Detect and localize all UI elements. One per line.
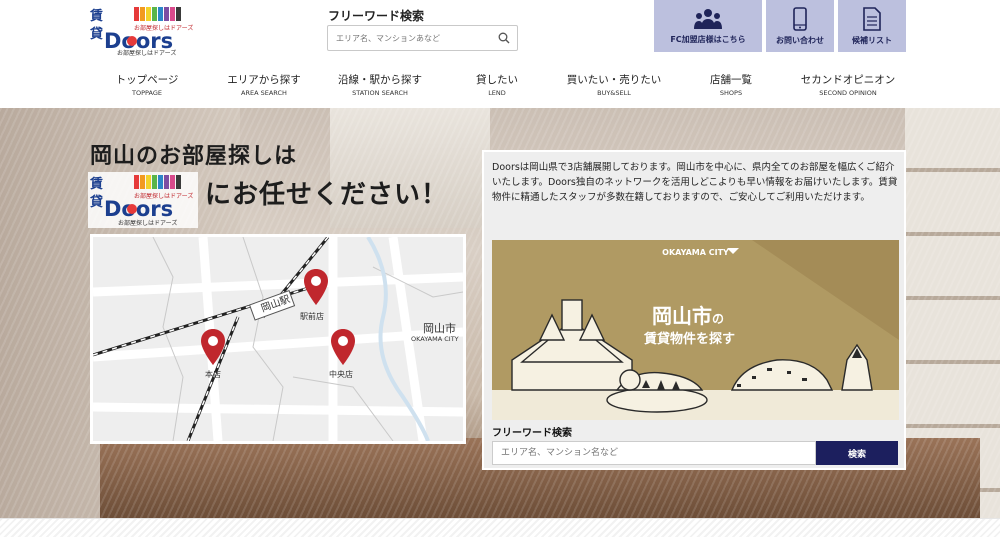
map-pin-icon: [201, 329, 225, 365]
pin-label-honten: 本店: [205, 370, 221, 379]
panel-search-input[interactable]: [492, 441, 816, 465]
svg-text:Doors: Doors: [104, 197, 173, 221]
panel-search-button[interactable]: 検索: [816, 441, 898, 465]
svg-text:賃: 賃: [89, 8, 103, 24]
nav-label: 店舗一覧: [710, 74, 752, 86]
nav-area-search[interactable]: エリアから探す AREA SEARCH: [227, 72, 301, 97]
header-search-input[interactable]: [328, 27, 491, 49]
map-city-label: 岡山市: [423, 322, 456, 335]
hero-title-line1: 岡山のお部屋探しは: [90, 144, 298, 169]
nav-sublabel: STATION SEARCH: [352, 89, 408, 97]
nav-toppage[interactable]: トップページ TOPPAGE: [116, 72, 179, 97]
svg-text:お部屋探しはドアーズ: お部屋探しはドアーズ: [118, 219, 177, 227]
store-map: 岡山駅 岡山市 OKAYAMA CITY 駅前店 本店 中央店: [90, 234, 466, 444]
company-description: Doorsは岡山県で3店舗展開しております。岡山市を中心に、県内全てのお部屋を幅…: [492, 162, 898, 203]
candidate-list-button[interactable]: 候補リスト: [838, 0, 906, 52]
phone-icon: [793, 6, 807, 31]
fc-member-label: FC加盟店様はこちら: [670, 34, 746, 44]
contact-label: お問い合わせ: [776, 35, 824, 45]
nav-label: セカンドオピニオン: [800, 74, 896, 86]
nav-sublabel: AREA SEARCH: [241, 89, 287, 97]
nav-label: トップページ: [115, 74, 179, 86]
nav-label: 貸したい: [476, 74, 518, 86]
nav-sublabel: TOPPAGE: [131, 89, 162, 97]
nav-sublabel: SECOND OPINION: [819, 89, 877, 97]
main-nav: トップページ TOPPAGE エリアから探す AREA SEARCH 沿線・駅から探…: [90, 72, 910, 102]
hero-title-line2: にお任せください！: [205, 180, 449, 210]
doors-logo-hero: 賃 貸 お部屋探しはドアーズ Doors お部屋探しはドアーズ: [88, 172, 198, 228]
logo-tagline: お部屋探しはドアーズ: [117, 50, 177, 57]
nav-station-search[interactable]: 沿線・駅から探す STATION SEARCH: [338, 72, 422, 97]
fc-member-button[interactable]: FC加盟店様はこちら: [654, 0, 762, 52]
nav-second-opinion[interactable]: セカンドオピニオン SECOND OPINION: [801, 72, 896, 97]
svg-text:貸: 貸: [90, 26, 103, 42]
site-header: 賃 貸 お部屋探しはドアーズ Doors お部屋探しはドアーズ フリーワード検索…: [0, 0, 1000, 108]
pin-label-chuo: 中央店: [329, 370, 353, 379]
city-title: 岡山市の: [652, 300, 724, 329]
nav-sublabel: SHOPS: [719, 89, 743, 97]
city-subtitle: 賃貸物件を探す: [644, 332, 736, 347]
contact-button[interactable]: お問い合わせ: [766, 0, 834, 52]
search-icon[interactable]: [491, 26, 517, 50]
header-search-box: [327, 25, 518, 51]
panel-free-word-title: フリーワード検索: [492, 428, 572, 439]
map-roads: [93, 237, 463, 441]
svg-text:貸: 貸: [90, 194, 103, 210]
nav-buy-sell[interactable]: 買いたい・売りたい BUY&SELL: [567, 72, 662, 97]
panel-search-form: 検索: [492, 441, 898, 465]
svg-text:賃: 賃: [89, 176, 103, 192]
okayama-city-banner[interactable]: OKAYAMA CITY 岡山市の 賃貸物件を探す: [492, 240, 899, 420]
pin-label-ekimae: 駅前店: [300, 312, 324, 321]
info-panel: Doorsは岡山県で3店舗展開しております。岡山市を中心に、県内全てのお部屋を幅…: [482, 150, 906, 470]
nav-sublabel: LEND: [488, 89, 506, 97]
nav-label: 沿線・駅から探す: [338, 74, 422, 86]
map-pin-icon: [304, 269, 328, 305]
city-tag: OKAYAMA CITY: [662, 248, 729, 257]
nav-sublabel: BUY&SELL: [597, 89, 631, 97]
header-free-word-title: フリーワード検索: [328, 9, 425, 23]
candidate-list-label: 候補リスト: [852, 35, 892, 45]
city-name: 岡山市: [652, 304, 712, 328]
map-pin-icon: [331, 329, 355, 365]
document-icon: [863, 6, 881, 31]
people-icon: [694, 8, 722, 29]
nav-label: 買いたい・売りたい: [566, 74, 662, 86]
map-city-en-label: OKAYAMA CITY: [411, 335, 459, 343]
city-title-suffix: の: [712, 312, 725, 326]
nav-label: エリアから探す: [227, 74, 301, 86]
nav-lend[interactable]: 貸したい LEND: [476, 72, 518, 97]
nav-shops[interactable]: 店舗一覧 SHOPS: [710, 72, 752, 97]
section-divider-strip: [0, 518, 1000, 537]
